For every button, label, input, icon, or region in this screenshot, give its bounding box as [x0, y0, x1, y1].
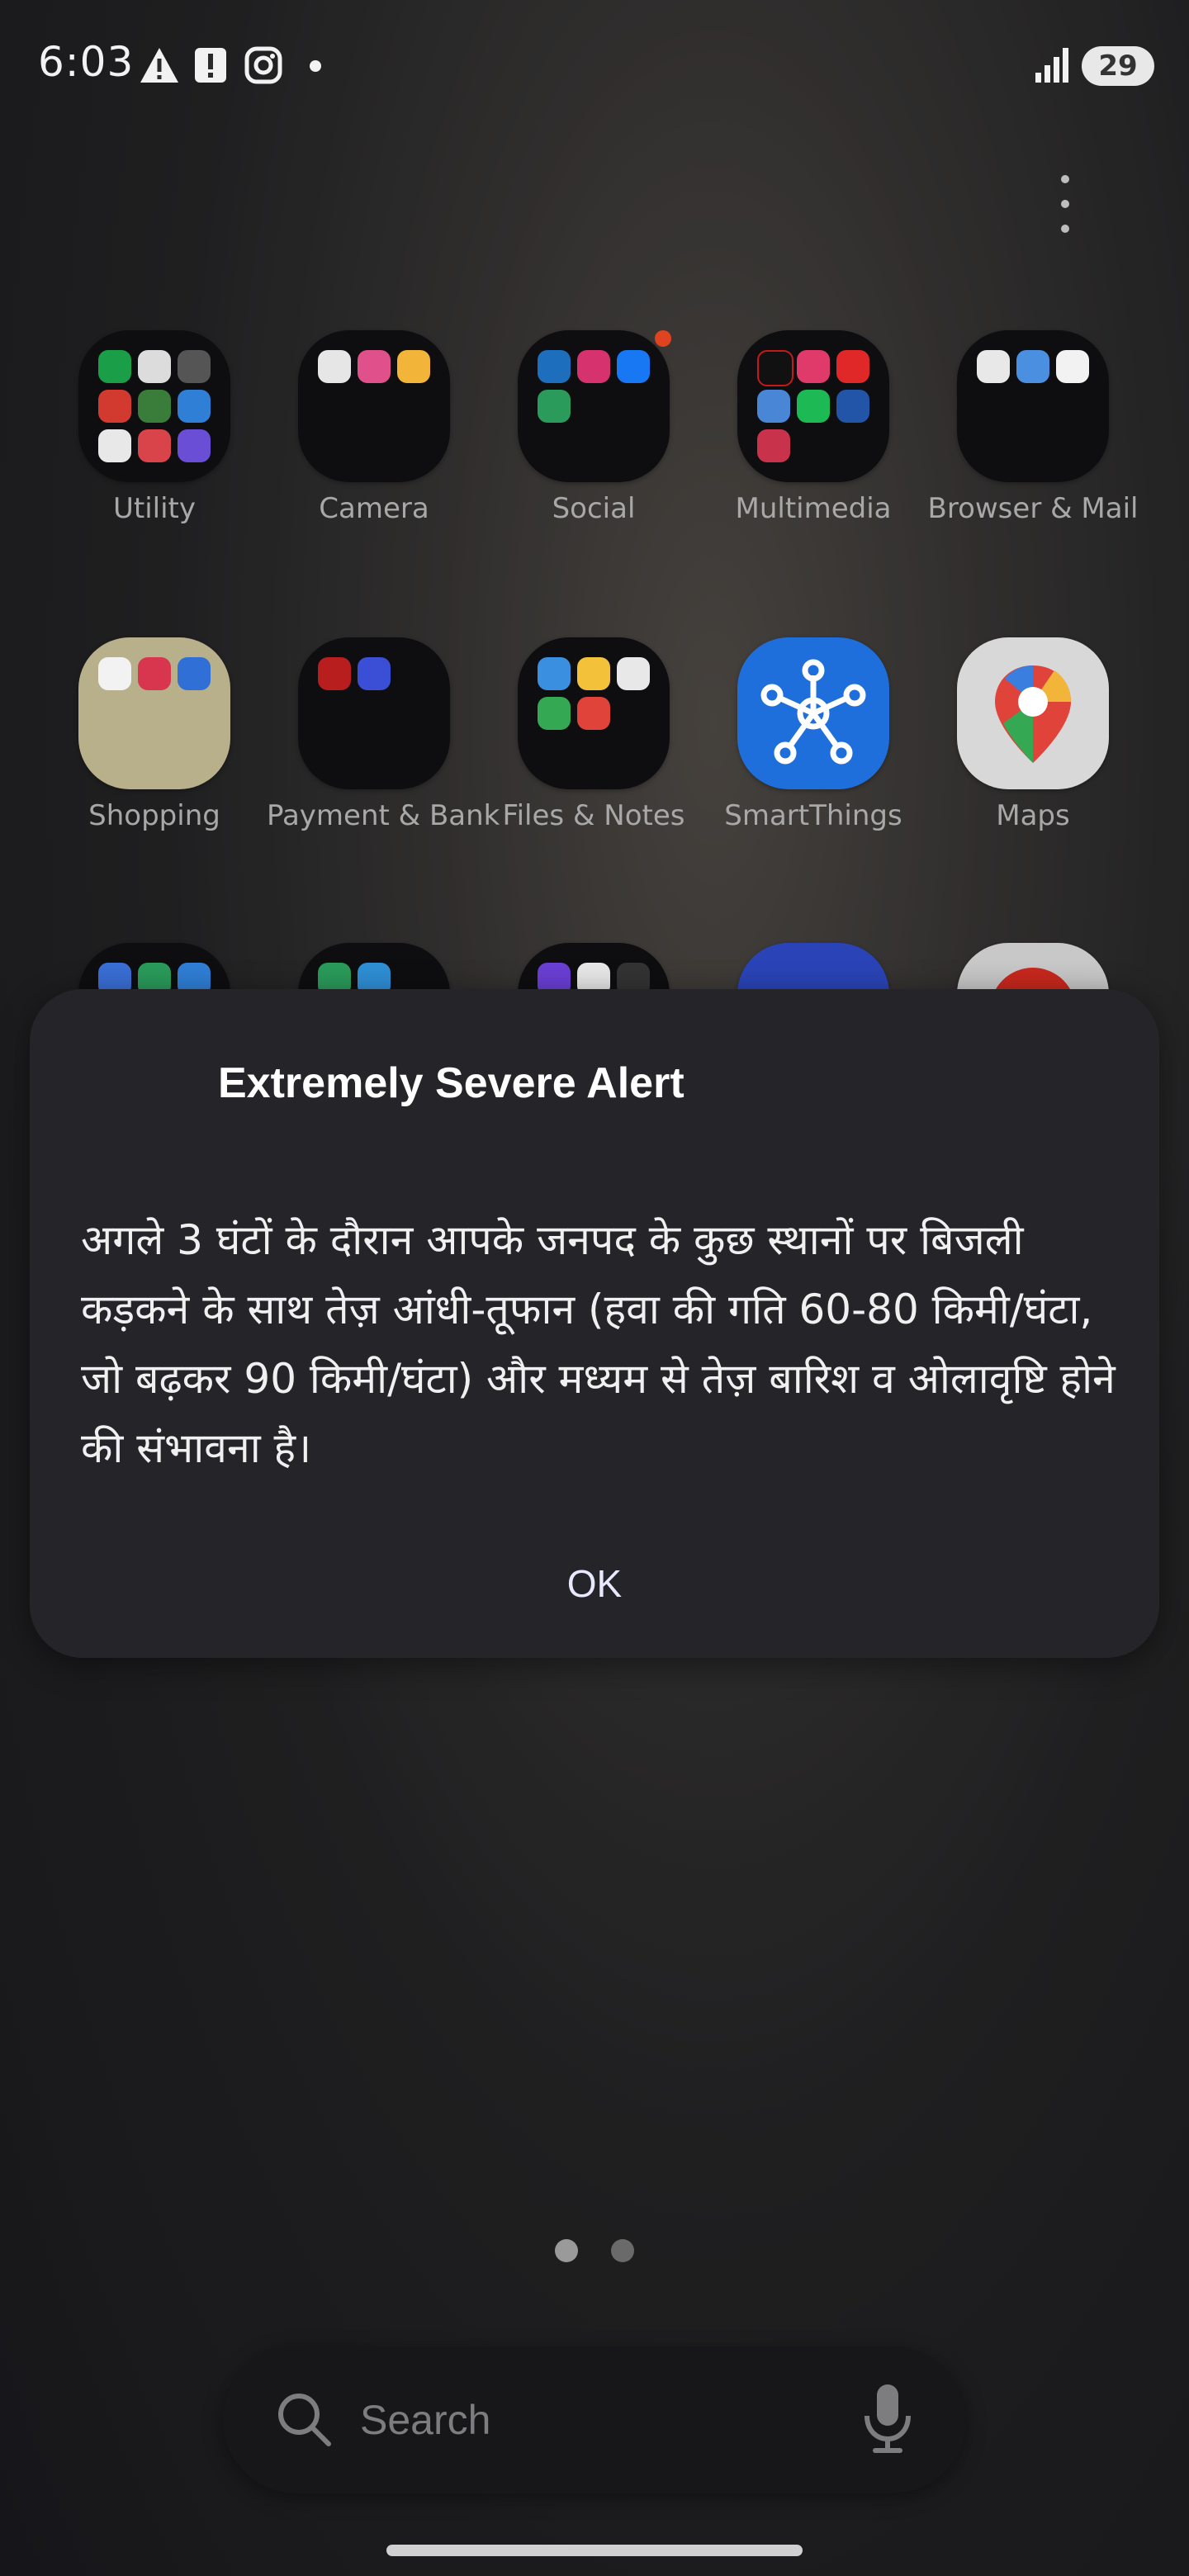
- folder-payment-bank[interactable]: Payment & Bank: [267, 637, 500, 832]
- folder-browser-mail[interactable]: Browser & Mail: [926, 330, 1140, 525]
- folder-social-icon: [518, 330, 670, 482]
- maps-icon: [957, 637, 1109, 789]
- alert-icon: [195, 48, 226, 83]
- folder-utility[interactable]: Utility: [47, 330, 262, 525]
- app-maps[interactable]: Maps: [926, 637, 1140, 832]
- smartthings-icon: [737, 637, 889, 789]
- folder-camera[interactable]: Camera: [267, 330, 481, 525]
- app-label: Files & Notes: [502, 799, 685, 832]
- dialog-message: अगले 3 घंटों के दौरान आपके जनपद के कुछ स…: [81, 1216, 1116, 1472]
- app-label: Multimedia: [735, 492, 892, 525]
- folder-multimedia-icon: [737, 330, 889, 482]
- notification-badge: [655, 330, 671, 347]
- folder-camera-icon: [298, 330, 450, 482]
- status-bar: 6:03 29: [0, 0, 1189, 132]
- folder-browser-mail-icon: [957, 330, 1109, 482]
- search-bar[interactable]: [223, 2346, 966, 2493]
- page-indicator-1[interactable]: [555, 2239, 578, 2262]
- folder-payment-bank-icon: [298, 637, 450, 789]
- page-indicator-2[interactable]: [611, 2239, 634, 2262]
- app-label: Social: [552, 492, 636, 525]
- instagram-icon: [244, 46, 282, 84]
- app-label: SmartThings: [724, 799, 902, 832]
- dot-icon: [310, 60, 321, 72]
- search-icon: [278, 2394, 331, 2446]
- folder-files-notes-icon: [518, 637, 670, 789]
- folder-utility-icon: [78, 330, 230, 482]
- search-input[interactable]: [360, 2391, 822, 2449]
- app-label: Maps: [996, 799, 1070, 832]
- app-smartthings[interactable]: SmartThings: [706, 637, 921, 832]
- folder-files-notes[interactable]: Files & Notes: [486, 637, 701, 832]
- microphone-icon[interactable]: [859, 2383, 917, 2455]
- app-label: Payment & Bank: [267, 799, 500, 832]
- more-options-icon[interactable]: [1050, 175, 1080, 233]
- warning-icon: [140, 48, 178, 83]
- app-label: Browser & Mail: [927, 492, 1139, 525]
- status-time: 6:03: [38, 38, 135, 86]
- folder-social[interactable]: Social: [486, 330, 701, 525]
- folder-shopping[interactable]: Shopping: [47, 637, 262, 832]
- app-label: Camera: [319, 492, 429, 525]
- signal-icon: [1035, 48, 1068, 83]
- folder-multimedia[interactable]: Multimedia: [706, 330, 921, 525]
- home-indicator[interactable]: [386, 2545, 803, 2556]
- app-label: Utility: [112, 492, 196, 525]
- ok-button[interactable]: OK: [512, 1551, 677, 1617]
- battery-level: 29: [1098, 50, 1138, 83]
- alert-dialog: Extremely Severe Alert अगले 3 घंटों के द…: [30, 989, 1159, 1658]
- dialog-title: Extremely Severe Alert: [218, 1059, 685, 1107]
- battery-icon: 29: [1082, 46, 1154, 86]
- folder-shopping-icon: [78, 637, 230, 789]
- app-label: Shopping: [88, 799, 220, 832]
